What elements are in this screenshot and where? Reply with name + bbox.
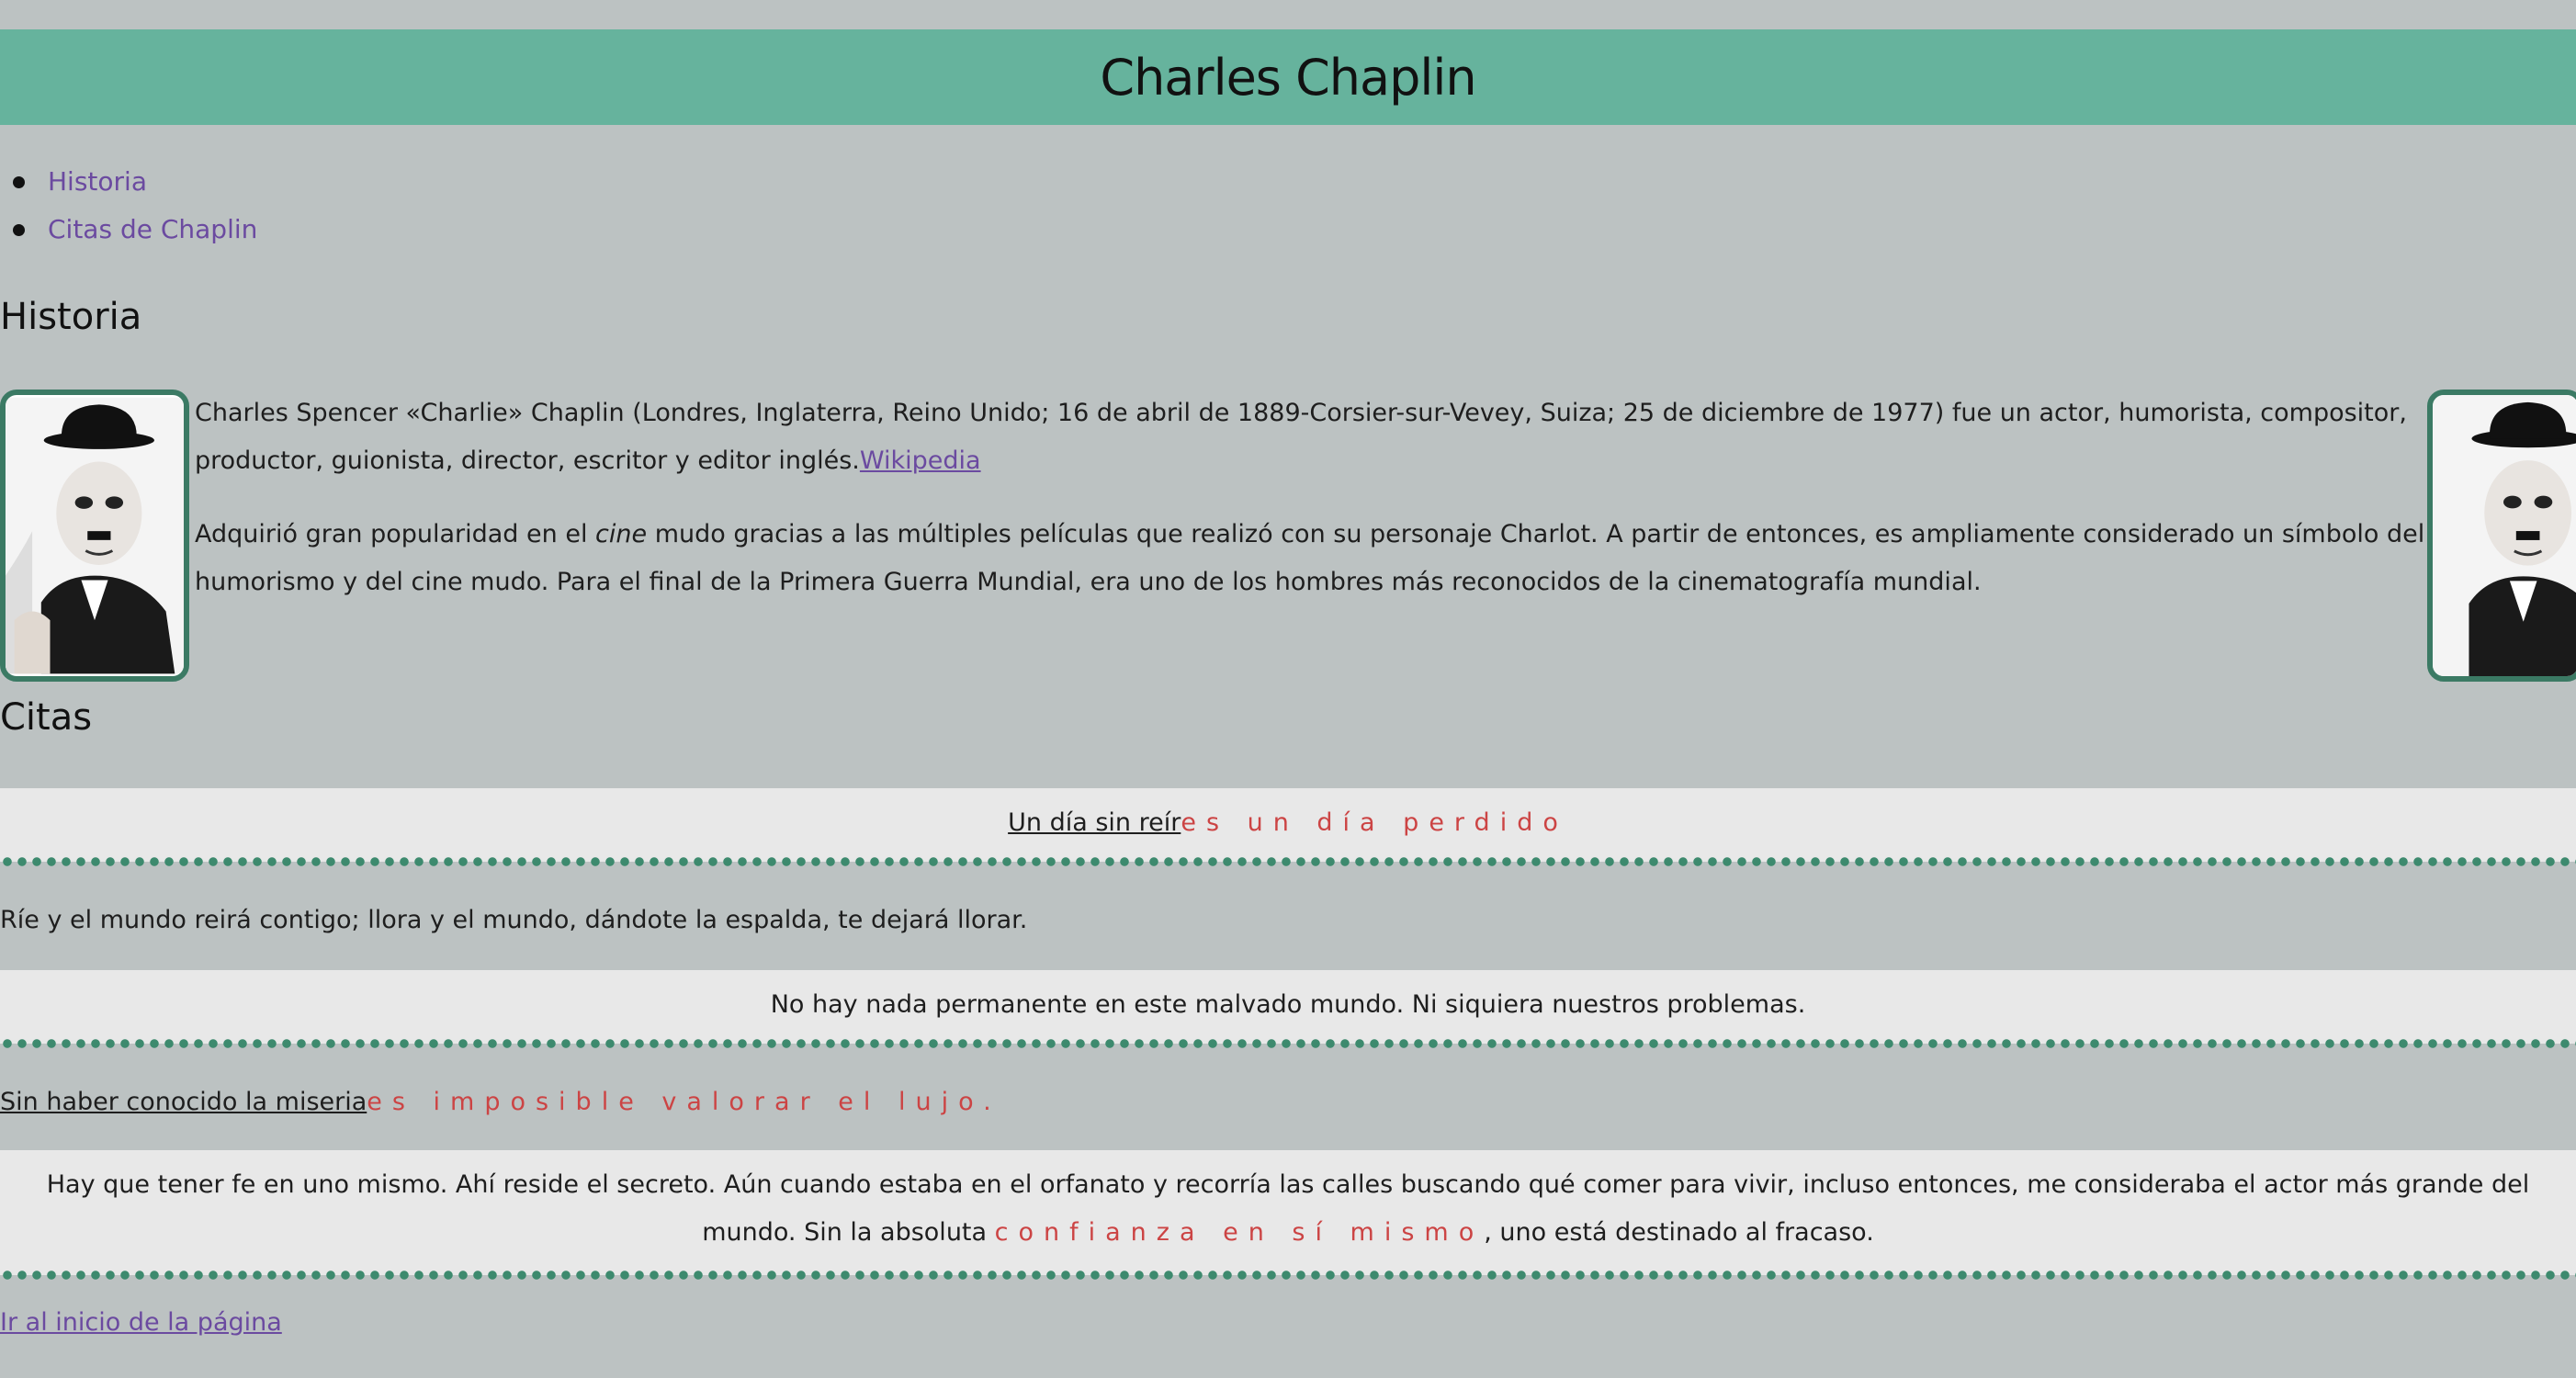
historia-p2-before: Adquirió gran popularidad en el bbox=[195, 520, 596, 548]
quote-4: Sin haber conocido la miseriaes imposibl… bbox=[0, 1079, 2576, 1126]
quote-4-part-a: Sin haber conocido la miseria bbox=[0, 1088, 367, 1116]
historia-paragraph-1: Charles Spencer «Charlie» Chaplin (Londr… bbox=[195, 390, 2427, 485]
quote-1: Un día sin reíres un día perdido bbox=[0, 788, 2576, 867]
dotted-border bbox=[0, 1270, 2576, 1281]
historia-p1-text: Charles Spencer «Charlie» Chaplin (Londr… bbox=[195, 399, 2407, 475]
quote-2-text: Ríe y el mundo reirá contigo; llora y el… bbox=[0, 906, 1028, 934]
historia-paragraph-2: Adquirió gran popularidad en el cine mud… bbox=[195, 511, 2427, 606]
nav-link-citas[interactable]: Citas de Chaplin bbox=[48, 214, 257, 244]
dotted-border bbox=[0, 856, 2576, 867]
quote-5-part-b: confianza en sí mismo bbox=[994, 1218, 1485, 1247]
table-of-contents: Historia Citas de Chaplin bbox=[0, 158, 257, 254]
chaplin-portrait-left bbox=[0, 390, 189, 682]
historia-heading: Historia bbox=[0, 296, 142, 338]
quote-1-part-a: Un día sin reír bbox=[1008, 808, 1181, 837]
quote-3: No hay nada permanente en este malvado m… bbox=[0, 970, 2576, 1049]
quote-5: Hay que tener fe en uno mismo. Ahí resid… bbox=[0, 1150, 2576, 1281]
quote-3-text: No hay nada permanente en este malvado m… bbox=[770, 990, 1806, 1019]
dotted-border bbox=[0, 1038, 2576, 1049]
quote-5-part-c: , uno está destinado al fracaso. bbox=[1484, 1218, 1874, 1247]
historia-p2-em: cine bbox=[595, 520, 648, 548]
page-title: Charles Chaplin bbox=[1100, 48, 1476, 107]
nav-item-citas: Citas de Chaplin bbox=[0, 206, 257, 254]
wikipedia-link[interactable]: Wikipedia bbox=[860, 446, 981, 475]
historia-text: Charles Spencer «Charlie» Chaplin (Londr… bbox=[195, 390, 2427, 632]
back-to-top-link[interactable]: Ir al inicio de la página bbox=[0, 1308, 282, 1337]
page-header: Charles Chaplin bbox=[0, 29, 2576, 125]
nav-link-historia[interactable]: Historia bbox=[48, 166, 147, 197]
chaplin-portrait-image-right bbox=[2433, 395, 2576, 676]
quote-4-part-b: es imposible valorar el lujo. bbox=[367, 1088, 1001, 1116]
chaplin-portrait-image bbox=[6, 397, 184, 674]
quote-1-part-b: es un día perdido bbox=[1181, 808, 1568, 837]
chaplin-portrait-right bbox=[2427, 390, 2576, 682]
citas-heading: Citas bbox=[0, 696, 93, 739]
nav-item-historia: Historia bbox=[0, 158, 257, 206]
quote-2: Ríe y el mundo reirá contigo; llora y el… bbox=[0, 897, 2576, 944]
